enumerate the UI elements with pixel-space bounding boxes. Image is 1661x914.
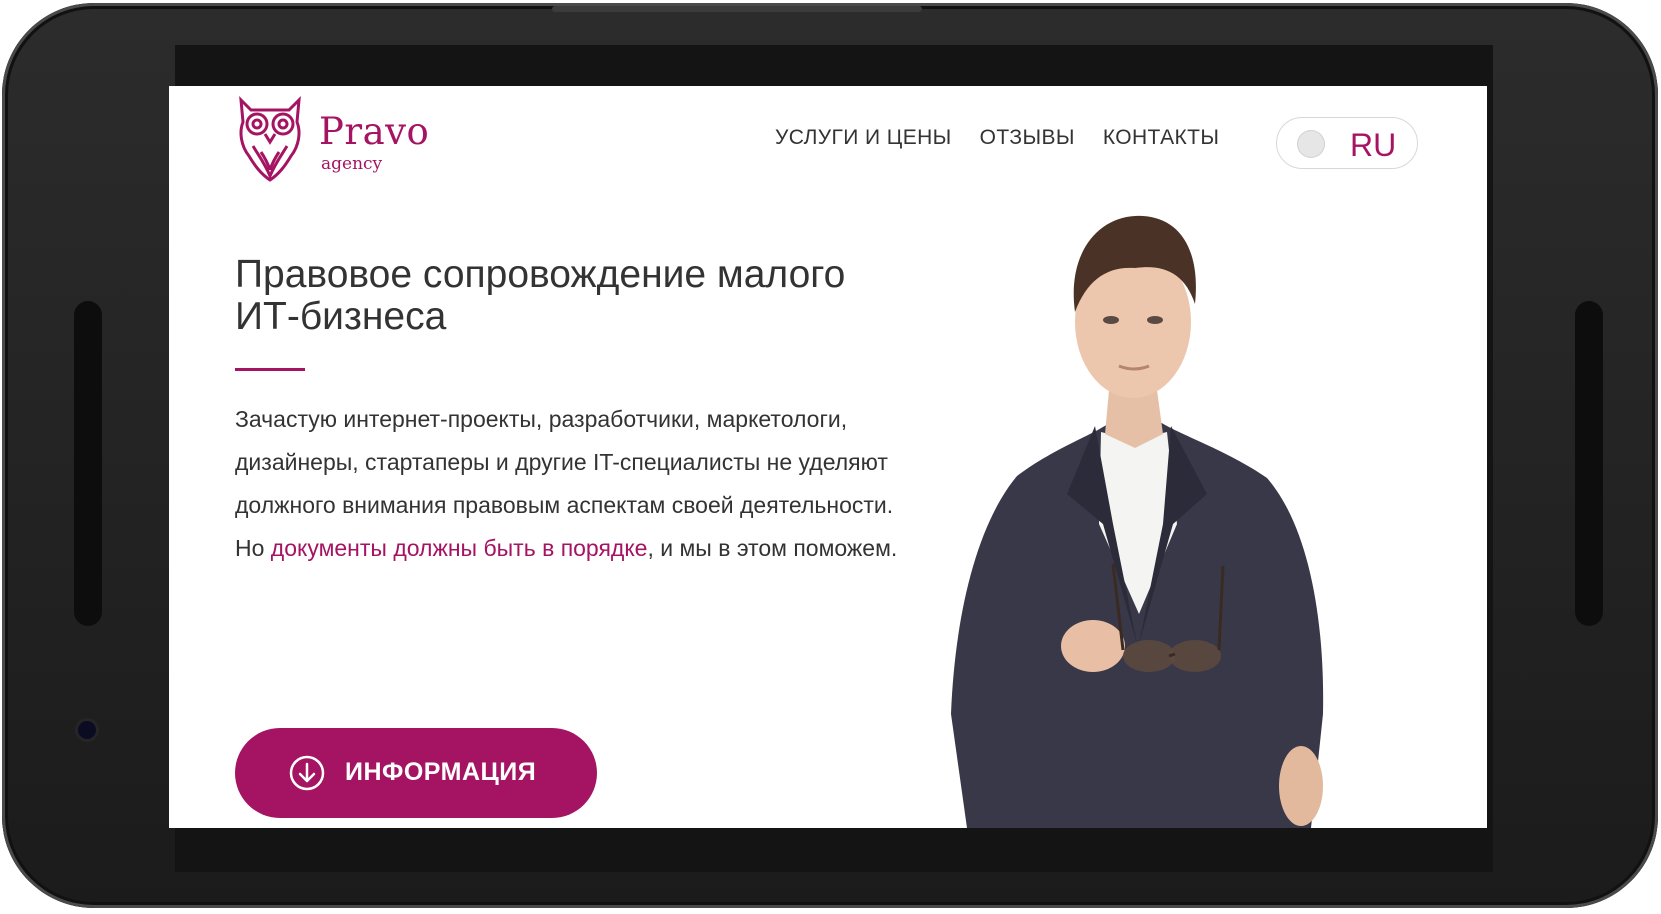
phone-speaker-left (74, 301, 102, 626)
phone-camera-icon (78, 721, 96, 739)
arrow-down-circle-icon (289, 755, 325, 791)
language-toggle-knob (1297, 130, 1325, 158)
phone-speaker-right (1575, 301, 1603, 626)
phone-top-edge (552, 6, 922, 12)
hero-cta-suffix: , и мы в этом поможем. (647, 535, 898, 561)
title-underline (235, 368, 305, 371)
hero-paragraph: Зачастую интернет-проекты, разработчики,… (235, 406, 894, 518)
nav-item-services[interactable]: УСЛУГИ И ЦЕНЫ (775, 126, 952, 150)
info-button[interactable]: ИНФОРМАЦИЯ (235, 728, 597, 818)
nav-item-reviews[interactable]: ОТЗЫВЫ (980, 126, 1075, 150)
logo[interactable]: Pravo agency (235, 92, 445, 192)
logo-name: Pravo (319, 110, 430, 153)
nav-item-contacts[interactable]: КОНТАКТЫ (1103, 126, 1220, 150)
web-page: Pravo agency УСЛУГИ И ЦЕНЫ ОТЗЫВЫ КОНТАК… (169, 86, 1487, 828)
hero-cta-prefix: Но (235, 535, 271, 561)
main-nav: УСЛУГИ И ЦЕНЫ ОТЗЫВЫ КОНТАКТЫ (775, 126, 1247, 150)
owl-logo-icon (239, 96, 301, 182)
hero-title: Правовое сопровождение малого ИТ-бизнеса (235, 253, 846, 338)
hero-link[interactable]: документы должны быть в порядке (271, 535, 648, 561)
language-switcher[interactable]: RU (1276, 117, 1418, 169)
hero-description: Зачастую интернет-проекты, разработчики,… (235, 398, 915, 570)
info-button-label: ИНФОРМАЦИЯ (345, 758, 537, 786)
hero-photo (951, 215, 1324, 828)
language-label: RU (1350, 127, 1397, 163)
logo-subtitle: agency (321, 154, 383, 174)
